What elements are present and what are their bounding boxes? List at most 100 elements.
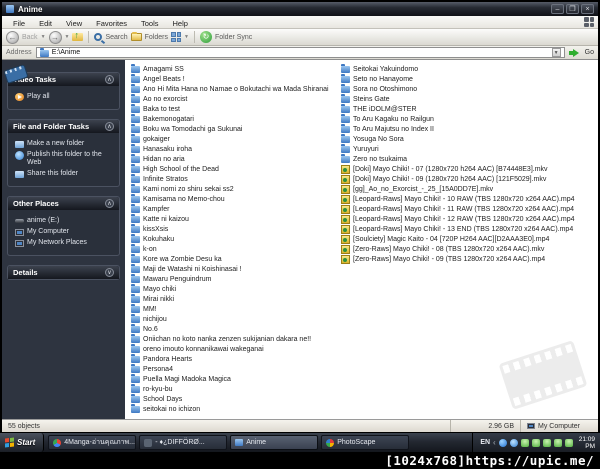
file-item[interactable]: [Soulciety] Magic Kaito - 04 [720P H264 … <box>341 234 597 244</box>
forward-dropdown-icon[interactable]: ▼ <box>65 34 70 40</box>
taskbar-task[interactable]: - ♦¿DIFFÖRØ... <box>139 435 228 450</box>
file-list-area[interactable]: Amagami SS Angel Beats ! Ano Hi Mita Han… <box>125 60 598 419</box>
sidebar-item[interactable]: Publish this folder to the Web <box>12 151 115 167</box>
folders-icon[interactable] <box>130 32 142 41</box>
file-item[interactable]: To Aru Kagaku no Railgun <box>341 114 597 124</box>
taskbar-task[interactable]: PhotoScape <box>321 435 410 450</box>
address-dropdown-icon[interactable]: ▼ <box>551 48 561 57</box>
file-item[interactable]: Kokuhaku <box>131 234 337 244</box>
file-item[interactable]: [Zero-Raws] Mayo Chiki! - 08 (TBS 1280x7… <box>341 244 597 254</box>
go-icon[interactable] <box>568 48 579 57</box>
file-item[interactable]: Seto no Hanayome <box>341 74 597 84</box>
file-item[interactable]: Oniichan no koto nanka zenzen sukijanian… <box>131 334 337 344</box>
file-item[interactable]: Mayo chiki <box>131 284 337 294</box>
panel-header-other-places[interactable]: Other Places ∧ <box>8 197 119 210</box>
minimize-button[interactable]: – <box>551 4 564 14</box>
menu-item[interactable]: Tools <box>134 19 166 28</box>
file-item[interactable]: Seitokai Yakuindomo <box>341 64 597 74</box>
file-item[interactable]: kissXsis <box>131 224 337 234</box>
sidebar-item[interactable]: My Computer <box>12 228 115 236</box>
views-icon[interactable] <box>171 32 181 42</box>
chevron-down-icon[interactable]: ∨ <box>105 268 114 277</box>
file-item[interactable]: [Zero-Raws] Mayo Chiki! - 09 (TBS 1280x7… <box>341 254 597 264</box>
buddy-icon[interactable] <box>564 438 573 447</box>
file-item[interactable]: School Days <box>131 394 337 404</box>
go-label[interactable]: Go <box>585 49 594 56</box>
panel-header-details[interactable]: Details ∨ <box>8 266 119 279</box>
file-item[interactable]: [Leopard-Raws] Mayo Chiki! - 10 RAW (TBS… <box>341 194 597 204</box>
views-dropdown-icon[interactable]: ▼ <box>184 34 189 40</box>
file-item[interactable]: Maji de Watashi ni Koishinasai ! <box>131 264 337 274</box>
file-item[interactable]: nichijou <box>131 314 337 324</box>
file-item[interactable]: Pandora Hearts <box>131 354 337 364</box>
sidebar-item[interactable]: Play all <box>12 93 115 101</box>
file-item[interactable]: MM! <box>131 304 337 314</box>
file-item[interactable]: Steins Gate <box>341 94 597 104</box>
file-item[interactable]: Katte ni kaizou <box>131 214 337 224</box>
sidebar-item[interactable]: Make a new folder <box>12 140 115 148</box>
file-item[interactable]: Sora no Otoshimono <box>341 84 597 94</box>
file-item[interactable]: Kampfer <box>131 204 337 214</box>
network-status-icon[interactable] <box>509 438 518 447</box>
file-item[interactable]: Kore wa Zombie Desu ka <box>131 254 337 264</box>
file-item[interactable]: Hanasaku iroha <box>131 144 337 154</box>
file-item[interactable]: k-on <box>131 244 337 254</box>
file-item[interactable]: Boku wa Tomodachi ga Sukunai <box>131 124 337 134</box>
panel-header-file-folder-tasks[interactable]: File and Folder Tasks ∧ <box>8 120 119 133</box>
messenger-icon[interactable] <box>498 438 507 447</box>
tray-expand-icon[interactable]: ‹ <box>493 438 496 447</box>
up-folder-icon[interactable] <box>72 30 84 41</box>
file-item[interactable]: [Leopard-Raws] Mayo Chiki! - 13 END (TBS… <box>341 224 597 234</box>
menu-item[interactable]: Favorites <box>89 19 134 28</box>
file-item[interactable]: Kamisama no Memo-chou <box>131 194 337 204</box>
file-item[interactable]: Zero no tsukaima <box>341 154 597 164</box>
folders-label[interactable]: Folders <box>145 34 168 41</box>
sidebar-item[interactable]: anime (E:) <box>12 217 115 225</box>
menu-item[interactable]: File <box>6 19 32 28</box>
address-input[interactable]: E:\Anime ▼ <box>35 47 565 58</box>
file-item[interactable]: [Doki] Mayo Chiki! - 07 (1280x720 h264 A… <box>341 164 597 174</box>
file-item[interactable]: Amagami SS <box>131 64 337 74</box>
file-item[interactable]: [Leopard-Raws] Mayo Chiki! - 11 RAW (TBS… <box>341 204 597 214</box>
file-item[interactable]: Bakemonogatari <box>131 114 337 124</box>
forward-icon[interactable]: → <box>48 30 62 44</box>
file-item[interactable]: Yuruyuri <box>341 144 597 154</box>
restore-button[interactable]: ❐ <box>566 4 579 14</box>
file-item[interactable]: [gg]_Ao_no_Exorcist_-_25_[15A0DD7E].mkv <box>341 184 597 194</box>
language-indicator[interactable]: EN <box>480 439 490 446</box>
clock[interactable]: 21:09 PM <box>579 436 595 450</box>
chevron-up-icon[interactable]: ∧ <box>105 75 114 84</box>
file-item[interactable]: Kami nomi zo shiru sekai ss2 <box>131 184 337 194</box>
file-item[interactable]: Yosuga No Sora <box>341 134 597 144</box>
file-item[interactable]: [Doki] Mayo Chiki! - 09 (1280x720 h264 A… <box>341 174 597 184</box>
menu-item[interactable]: View <box>59 19 89 28</box>
file-item[interactable]: Ano Hi Mita Hana no Namae o Bokutachi wa… <box>131 84 337 94</box>
buddy-icon[interactable] <box>553 438 562 447</box>
buddy-icon[interactable] <box>542 438 551 447</box>
file-item[interactable]: To Aru Majutsu no Index II <box>341 124 597 134</box>
file-item[interactable]: Infinite Stratos <box>131 174 337 184</box>
file-item[interactable]: Persona4 <box>131 364 337 374</box>
file-item[interactable]: Mirai nikki <box>131 294 337 304</box>
search-label[interactable]: Search <box>105 34 127 41</box>
menu-item[interactable]: Help <box>166 19 195 28</box>
file-item[interactable]: High School of the Dead <box>131 164 337 174</box>
sidebar-item[interactable]: Share this folder <box>12 170 115 178</box>
file-item[interactable]: Mawaru Penguindrum <box>131 274 337 284</box>
folder-sync-label[interactable]: Folder Sync <box>215 34 252 41</box>
close-button[interactable]: × <box>581 4 594 14</box>
file-item[interactable]: seitokai no ichizon <box>131 404 337 414</box>
file-item[interactable]: oreno imouto konnanikawai wakeganai <box>131 344 337 354</box>
buddy-icon[interactable] <box>531 438 540 447</box>
file-item[interactable]: Puella Magi Madoka Magica <box>131 374 337 384</box>
chevron-up-icon[interactable]: ∧ <box>105 122 114 131</box>
folder-sync-icon[interactable]: ↻ <box>199 31 212 43</box>
file-item[interactable]: gokaiger <box>131 134 337 144</box>
menu-item[interactable]: Edit <box>32 19 59 28</box>
sidebar-item[interactable]: My Network Places <box>12 239 115 247</box>
file-item[interactable]: No.6 <box>131 324 337 334</box>
buddy-icon[interactable] <box>520 438 529 447</box>
file-item[interactable]: [Leopard-Raws] Mayo Chiki! - 12 RAW (TBS… <box>341 214 597 224</box>
file-item[interactable]: Angel Beats ! <box>131 74 337 84</box>
taskbar-task[interactable]: Anime <box>230 435 319 450</box>
